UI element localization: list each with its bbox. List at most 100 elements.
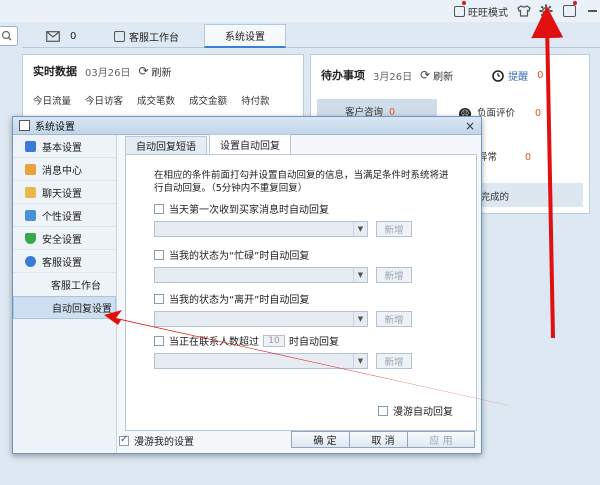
nav-item-label: 聊天设置 <box>42 188 82 200</box>
nav-item-customer-service[interactable]: 客服设置 <box>13 250 116 273</box>
reminder-count: 0 <box>537 69 544 81</box>
tab-service-workbench[interactable]: 客服工作台 <box>106 24 187 48</box>
tab-messages[interactable]: 0 <box>38 24 84 48</box>
roaming-auto-reply-checkbox[interactable] <box>378 405 388 416</box>
chevron-down-icon: ▼ <box>353 268 367 282</box>
roaming-auto-reply-label: 漫游自动回复 <box>393 407 453 418</box>
todo-row2-count: 0 <box>535 108 542 119</box>
realtime-refresh-button[interactable]: ⟳ 刷新 <box>138 64 171 79</box>
option-contacts-exceed-checkbox[interactable] <box>154 335 164 346</box>
personal-settings-icon <box>25 209 36 221</box>
dialog-title-bar: 系统设置 <box>13 117 481 135</box>
option-first-message-label: 当天第一次收到买家消息时自动回复 <box>169 205 329 216</box>
gear-icon[interactable] <box>539 3 553 19</box>
nav-item-chat[interactable]: 聊天设置 <box>13 181 116 204</box>
todo-refresh-label: 刷新 <box>433 71 454 83</box>
system-settings-dialog: 系统设置 × 基本设置 消息中心 聊天设置 个性设置 安全设置 客服设置 客服工… <box>12 116 482 454</box>
stat-label: 今日访客 <box>85 96 124 107</box>
add-reply-button-4[interactable]: 新增 <box>376 353 412 369</box>
tab-set-auto-reply[interactable]: 设置自动回复 <box>209 134 291 154</box>
auto-reply-description: 在相应的条件前面打勾并设置自动回复的信息，当满足条件时系统将进行自动回复。（5分… <box>154 170 449 194</box>
expand-icon <box>25 255 36 267</box>
tab-auto-reply-phrases[interactable]: 自动回复短语 <box>125 136 207 154</box>
option-contacts-exceed-suffix: 时自动回复 <box>289 337 339 348</box>
nav-item-label: 个性设置 <box>42 211 82 223</box>
todo-row2-label: 负面评价 <box>477 108 516 119</box>
nav-item-message-center[interactable]: 消息中心 <box>13 158 116 181</box>
reply-select-1[interactable]: ▼ <box>154 221 368 237</box>
tab-service-workbench-label: 客服工作台 <box>129 32 179 44</box>
nav-sub-service-workbench[interactable]: 客服工作台 <box>13 273 116 296</box>
alarm-clock-icon <box>492 70 504 82</box>
top-bar: 旺旺模式 <box>0 0 600 22</box>
option-contacts-exceed[interactable]: 当正在联系人数超过 10 时自动回复 <box>154 333 339 348</box>
chat-settings-icon <box>25 186 36 198</box>
option-busy-checkbox[interactable] <box>154 249 164 260</box>
reminder-button[interactable]: 提醒 0 <box>491 68 544 83</box>
reply-select-3[interactable]: ▼ <box>154 311 368 327</box>
roaming-auto-reply[interactable]: 漫游自动回复 <box>378 403 453 418</box>
realtime-refresh-label: 刷新 <box>151 67 172 79</box>
search-icon[interactable] <box>0 26 18 46</box>
todo-title: 待办事项 <box>321 69 365 82</box>
nav-item-label: 安全设置 <box>42 234 82 246</box>
wangwang-mode-button[interactable]: 旺旺模式 <box>454 1 508 19</box>
mail-icon[interactable] <box>563 1 577 19</box>
content-tabs: 自动回复短语 设置自动回复 <box>125 134 477 155</box>
chevron-down-icon: ▼ <box>353 354 367 368</box>
stat-label: 成交笔数 <box>137 96 176 107</box>
option-away-checkbox[interactable] <box>154 293 164 304</box>
option-contacts-exceed-prefix: 当正在联系人数超过 <box>169 337 259 348</box>
option-first-message[interactable]: 当天第一次收到买家消息时自动回复 <box>154 201 329 216</box>
close-icon[interactable]: × <box>465 119 475 133</box>
nav-item-label: 基本设置 <box>42 142 82 154</box>
auto-reply-settings-body: 在相应的条件前面打勾并设置自动回复的信息，当满足条件时系统将进行自动回复。（5分… <box>125 155 477 431</box>
reply-select-2[interactable]: ▼ <box>154 267 368 283</box>
add-reply-button-2[interactable]: 新增 <box>376 267 412 283</box>
option-away[interactable]: 当我的状态为“离开”时自动回复 <box>154 291 309 306</box>
nav-item-personal[interactable]: 个性设置 <box>13 204 116 227</box>
settings-nav: 基本设置 消息中心 聊天设置 个性设置 安全设置 客服设置 客服工作台 自动回复… <box>13 135 117 453</box>
nav-item-label: 消息中心 <box>42 165 82 177</box>
chevron-down-icon: ▼ <box>353 222 367 236</box>
roaming-my-settings-label: 漫游我的设置 <box>134 437 194 448</box>
todo-refresh-button[interactable]: ⟳ 刷新 <box>420 68 453 83</box>
nav-sub-auto-reply[interactable]: 自动回复设置 <box>13 296 116 319</box>
reply-select-4[interactable]: ▼ <box>154 353 368 369</box>
contacts-threshold-stepper[interactable]: 10 <box>263 334 285 347</box>
refresh-icon: ⟳ <box>138 64 149 78</box>
realtime-title: 实时数据 <box>33 65 77 78</box>
nav-item-security[interactable]: 安全设置 <box>13 227 116 250</box>
todo-date: 3月26日 <box>373 71 413 83</box>
nav-item-label: 客服设置 <box>42 257 82 269</box>
nav-item-basic[interactable]: 基本设置 <box>13 135 116 158</box>
stat-label: 待付款 <box>241 96 270 107</box>
roaming-my-settings[interactable]: 漫游我的设置 <box>119 433 194 448</box>
wangwang-mode-label: 旺旺模式 <box>468 7 508 19</box>
refresh-icon: ⟳ <box>420 68 431 82</box>
option-first-message-checkbox[interactable] <box>154 203 164 214</box>
stat-label: 今日流量 <box>33 96 72 107</box>
roaming-my-settings-checkbox[interactable] <box>119 434 129 446</box>
add-reply-button-3[interactable]: 新增 <box>376 311 412 327</box>
shirt-icon[interactable] <box>517 3 531 19</box>
tab-system-settings-label: 系统设置 <box>225 32 265 43</box>
message-count: 0 <box>70 30 77 42</box>
workbench-icon <box>114 30 125 42</box>
option-busy[interactable]: 当我的状态为“忙碌”时自动回复 <box>154 247 309 262</box>
todo-row3-count: 0 <box>525 152 532 163</box>
settings-window-icon <box>19 120 30 131</box>
realtime-stats: 今日流量 今日访客 成交笔数 成交金额 待付款 <box>23 87 303 113</box>
tab-system-settings[interactable]: 系统设置 <box>204 24 286 48</box>
option-away-label: 当我的状态为“离开”时自动回复 <box>169 295 310 306</box>
envelope-icon <box>46 30 60 42</box>
option-busy-label: 当我的状态为“忙碌”时自动回复 <box>169 251 310 262</box>
add-reply-button-1[interactable]: 新增 <box>376 221 412 237</box>
settings-content: 自动回复短语 设置自动回复 在相应的条件前面打勾并设置自动回复的信息，当满足条件… <box>125 134 477 431</box>
minimize-icon[interactable] <box>588 3 597 19</box>
dialog-title: 系统设置 <box>35 122 75 133</box>
apply-button[interactable]: 应 用 <box>407 431 475 448</box>
shield-icon <box>25 232 36 244</box>
reminder-label: 提醒 <box>508 71 529 83</box>
chevron-down-icon: ▼ <box>353 312 367 326</box>
